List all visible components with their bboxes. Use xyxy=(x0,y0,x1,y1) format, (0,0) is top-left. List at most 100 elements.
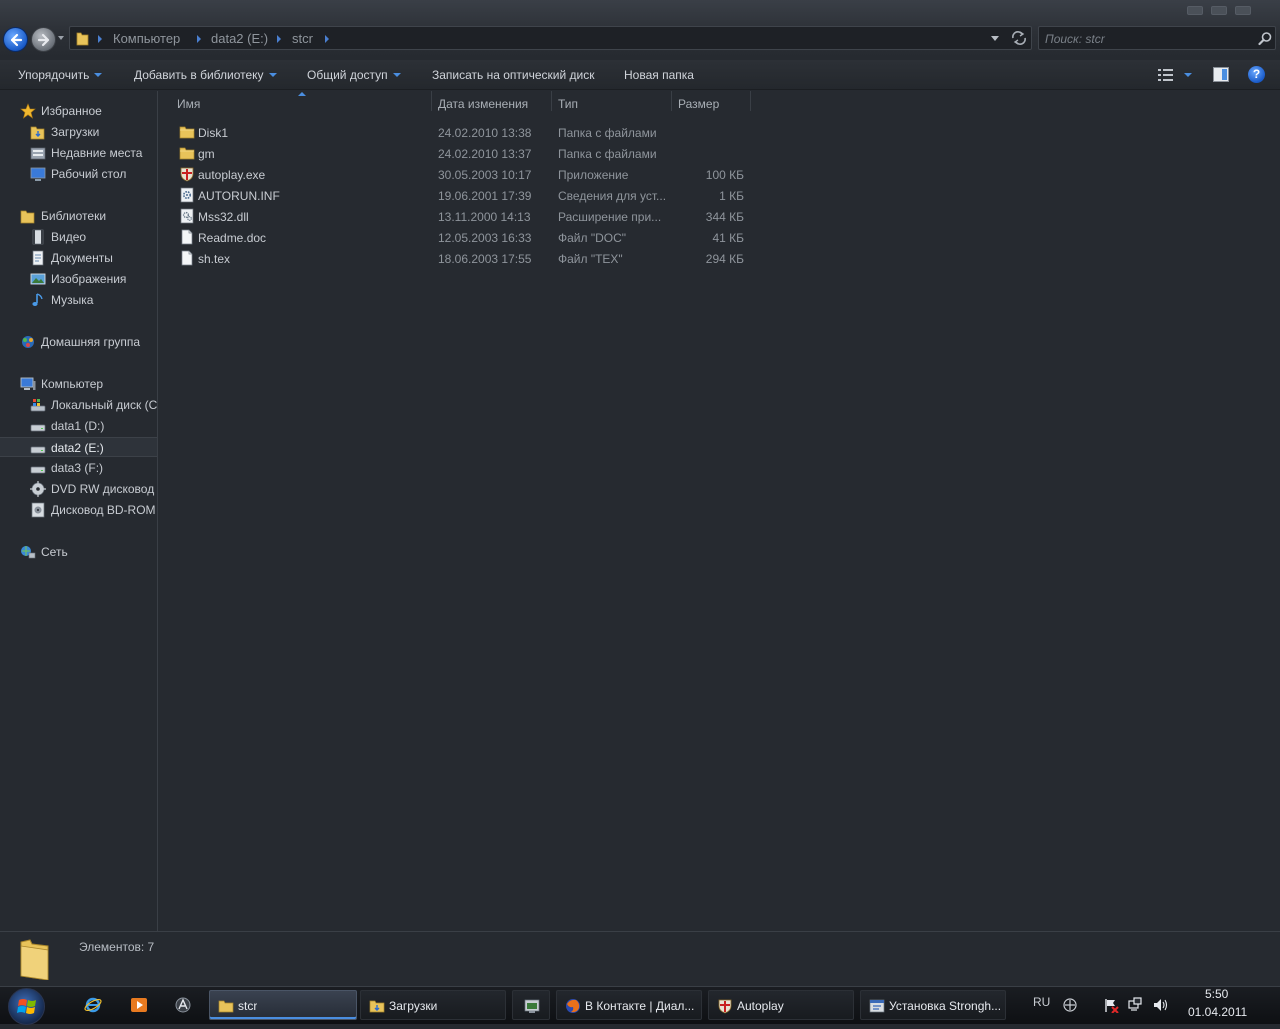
nav-drive-c[interactable]: Локальный диск (C xyxy=(0,395,157,415)
share-menu[interactable]: Общий доступ xyxy=(307,68,401,82)
task-firefox[interactable]: В Контакте | Диал... xyxy=(556,990,702,1020)
task-autoplay[interactable]: Autoplay xyxy=(708,990,854,1020)
internet-explorer-icon[interactable] xyxy=(84,996,102,1014)
start-button[interactable] xyxy=(8,988,45,1025)
breadcrumb-separator[interactable] xyxy=(98,35,102,43)
new-folder-button[interactable]: Новая папка xyxy=(624,68,694,82)
close-button[interactable] xyxy=(1235,6,1251,15)
file-row[interactable]: Disk1 24.02.2010 13:38 Папка с файлами xyxy=(177,122,757,143)
file-row[interactable]: AUTORUN.INF 19.06.2001 17:39 Сведения дл… xyxy=(177,185,757,206)
file-list: Имя Дата изменения Тип Размер Disk1 24.0… xyxy=(159,91,1280,931)
column-divider[interactable] xyxy=(750,91,751,111)
recent-pages-dropdown[interactable] xyxy=(58,36,64,40)
organize-menu[interactable]: Упорядочить xyxy=(18,68,103,82)
breadcrumb-separator[interactable] xyxy=(325,35,329,43)
help-button[interactable]: ? xyxy=(1248,66,1265,83)
nav-downloads[interactable]: Загрузки xyxy=(0,122,157,142)
nav-video[interactable]: Видео xyxy=(0,227,157,247)
column-header-size[interactable]: Размер xyxy=(678,97,719,111)
file-name: sh.tex xyxy=(198,252,231,266)
nav-computer[interactable]: Компьютер xyxy=(0,374,157,394)
preview-pane-icon[interactable] xyxy=(1213,67,1229,82)
search-box[interactable] xyxy=(1038,26,1276,50)
nav-desktop[interactable]: Рабочий стол xyxy=(0,164,157,184)
nav-music-label: Музыка xyxy=(51,293,94,307)
minimize-button[interactable] xyxy=(1187,6,1203,15)
file-date: 13.11.2000 14:13 xyxy=(438,210,531,224)
column-header-type[interactable]: Тип xyxy=(558,97,578,111)
address-history-dropdown[interactable] xyxy=(991,36,999,41)
share-label: Общий доступ xyxy=(307,68,388,82)
nav-drive-d[interactable]: data1 (D:) xyxy=(0,416,157,436)
arrow-right-icon xyxy=(37,33,50,47)
breadcrumb-drive[interactable]: data2 (E:) xyxy=(211,31,268,46)
forward-button[interactable] xyxy=(31,27,56,52)
nav-drive-f[interactable]: data3 (F:) xyxy=(0,458,157,478)
breadcrumb-separator[interactable] xyxy=(277,35,281,43)
file-row[interactable]: Readme.doc 12.05.2003 16:33 Файл "DOC" 4… xyxy=(177,227,757,248)
network-icon xyxy=(21,546,36,559)
column-divider[interactable] xyxy=(671,91,672,111)
task-stcr[interactable]: stcr xyxy=(209,990,357,1020)
task-window-switcher[interactable] xyxy=(512,990,550,1020)
file-row[interactable]: Mss32.dll 13.11.2000 14:13 Расширение пр… xyxy=(177,206,757,227)
task-label: Загрузки xyxy=(389,999,438,1013)
file-size: 41 КБ xyxy=(712,231,744,245)
media-player-icon[interactable] xyxy=(130,996,148,1014)
file-size: 1 КБ xyxy=(719,189,744,203)
arrow-left-icon xyxy=(10,33,23,47)
nav-drive-c-label: Локальный диск (C xyxy=(51,398,157,412)
app-launcher-icon[interactable] xyxy=(174,996,192,1014)
maximize-button[interactable] xyxy=(1211,6,1227,15)
breadcrumb-separator[interactable] xyxy=(197,35,201,43)
task-downloads[interactable]: Загрузки xyxy=(360,990,506,1020)
video-icon xyxy=(32,229,44,245)
nav-homegroup-label: Домашняя группа xyxy=(41,335,141,349)
column-header-name[interactable]: Имя xyxy=(177,97,200,111)
task-installer[interactable]: Установка Strongh... xyxy=(860,990,1006,1020)
nav-homegroup[interactable]: Домашняя группа xyxy=(0,332,157,352)
language-indicator[interactable]: RU xyxy=(1033,995,1050,1009)
nav-recent-places[interactable]: Недавние места xyxy=(0,143,157,163)
nav-documents-label: Документы xyxy=(51,251,113,265)
clock-date[interactable]: 01.04.2011 xyxy=(1188,1005,1247,1019)
nav-network[interactable]: Сеть xyxy=(0,542,157,562)
action-center-flag-icon[interactable] xyxy=(1103,997,1119,1013)
search-icon[interactable] xyxy=(1258,31,1273,46)
refresh-icon[interactable] xyxy=(1010,30,1028,46)
view-options-icon[interactable] xyxy=(1158,69,1174,81)
file-row[interactable]: sh.tex 18.06.2003 17:55 Файл "TEX" 294 К… xyxy=(177,248,757,269)
back-button[interactable] xyxy=(3,27,28,52)
navigation-pane: Избранное Загрузки Недавние места Рабочи… xyxy=(0,91,158,931)
language-bar-icon[interactable] xyxy=(1062,997,1078,1013)
nav-libraries[interactable]: Библиотеки xyxy=(0,206,157,226)
address-bar[interactable]: Компьютер data2 (E:) stcr xyxy=(69,26,1032,50)
nav-favorites[interactable]: Избранное xyxy=(0,101,157,121)
column-divider[interactable] xyxy=(431,91,432,111)
file-name: autoplay.exe xyxy=(198,168,266,182)
nav-drive-e[interactable]: data2 (E:) xyxy=(0,437,157,457)
view-dropdown[interactable] xyxy=(1184,73,1192,77)
search-input[interactable] xyxy=(1045,31,1250,46)
documents-icon xyxy=(32,250,44,266)
file-row[interactable]: gm 24.02.2010 13:37 Папка с файлами xyxy=(177,143,757,164)
nav-bd-drive[interactable]: Дисковод BD-ROM xyxy=(0,500,157,520)
network-status-icon[interactable] xyxy=(1127,997,1143,1013)
add-to-library-menu[interactable]: Добавить в библиотеку xyxy=(134,68,277,82)
volume-icon[interactable] xyxy=(1152,997,1168,1013)
burn-button[interactable]: Записать на оптический диск xyxy=(432,68,595,82)
breadcrumb-computer[interactable]: Компьютер xyxy=(113,31,180,46)
task-label: В Контакте | Диал... xyxy=(585,999,695,1013)
column-header-date[interactable]: Дата изменения xyxy=(438,97,528,111)
nav-documents[interactable]: Документы xyxy=(0,248,157,268)
column-divider[interactable] xyxy=(551,91,552,111)
nav-dvd-drive[interactable]: DVD RW дисковод ( xyxy=(0,479,157,499)
nav-images[interactable]: Изображения xyxy=(0,269,157,289)
file-row[interactable]: autoplay.exe 30.05.2003 10:17 Приложение… xyxy=(177,164,757,185)
command-bar: Упорядочить Добавить в библиотеку Общий … xyxy=(0,60,1280,90)
file-date: 24.02.2010 13:38 xyxy=(438,126,532,140)
nav-music[interactable]: Музыка xyxy=(0,290,157,310)
file-name: gm xyxy=(198,147,215,161)
breadcrumb-folder[interactable]: stcr xyxy=(292,31,313,46)
clock-time[interactable]: 5:50 xyxy=(1205,987,1228,1001)
